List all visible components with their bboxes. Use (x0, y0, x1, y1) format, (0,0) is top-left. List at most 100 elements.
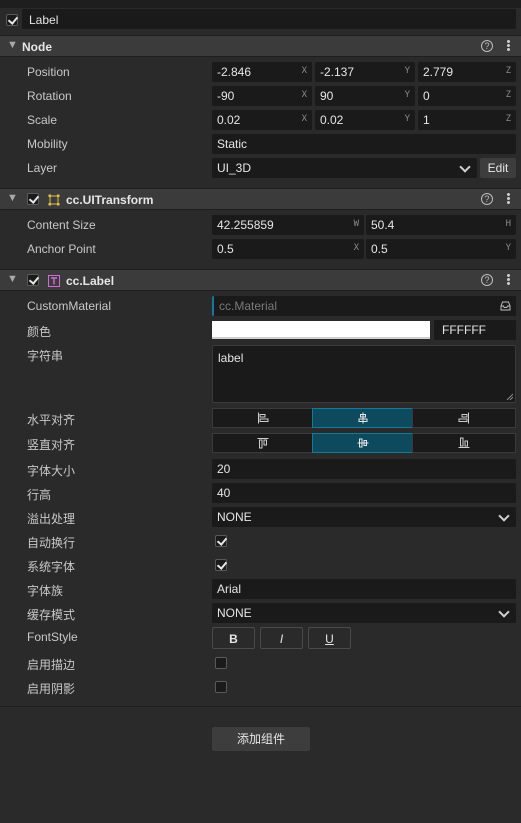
custom-material-asset-field[interactable]: cc.Material (212, 296, 516, 316)
font-size-label: 字体大小 (27, 464, 76, 478)
shadow-checkbox[interactable] (215, 681, 227, 693)
system-font-checkbox[interactable] (215, 559, 227, 571)
color-swatch[interactable] (212, 321, 430, 339)
help-icon[interactable]: ? (481, 40, 493, 52)
uitransform-section-header[interactable]: ▼ cc.UITransform ? (0, 188, 521, 210)
anchor-y-input[interactable]: 0.5 Y (366, 239, 516, 259)
anchor-x-input[interactable]: 0.5 X (212, 239, 364, 259)
outline-label: 启用描边 (27, 658, 76, 672)
content-size-height-input[interactable]: 50.4 H (366, 215, 516, 235)
node-active-checkbox[interactable] (6, 14, 18, 26)
rotation-z-input[interactable]: 0Z (418, 86, 516, 106)
scale-x-input[interactable]: 0.02 X (212, 110, 312, 130)
string-textarea[interactable]: label (212, 345, 516, 403)
layer-row: Layer UI_3D Edit (0, 156, 521, 180)
chevron-down-icon[interactable]: ▼ (7, 192, 18, 204)
shadow-label: 启用阴影 (27, 682, 76, 696)
line-height-input[interactable]: 40 (212, 483, 516, 503)
overflow-row: 溢出处理 NONE (0, 505, 521, 529)
rotation-x-input[interactable]: -90 X (212, 86, 312, 106)
chevron-down-icon (498, 510, 510, 522)
content-size-label: Content Size (27, 218, 96, 232)
asset-drop-icon[interactable] (500, 301, 511, 311)
text-icon (48, 275, 60, 287)
label-section-title: cc.Label (66, 274, 115, 288)
layer-select[interactable]: UI_3D (212, 158, 477, 178)
h-align-center-button[interactable] (312, 408, 413, 428)
color-row: 颜色 FFFFFF (0, 318, 521, 342)
more-menu-icon[interactable] (507, 273, 511, 287)
outline-checkbox[interactable] (215, 657, 227, 669)
layer-label: Layer (27, 161, 58, 175)
more-menu-icon[interactable] (507, 39, 511, 53)
wrap-checkbox[interactable] (215, 535, 227, 547)
wrap-label: 自动换行 (27, 536, 76, 550)
layer-edit-button[interactable]: Edit (480, 158, 516, 178)
node-section-header[interactable]: ▼ Node ? (0, 35, 521, 57)
overflow-select[interactable]: NONE (212, 507, 516, 527)
transform-icon (48, 194, 60, 206)
custom-material-label: CustomMaterial (27, 299, 112, 313)
node-name-input[interactable]: Label (22, 9, 516, 29)
rotation-row: Rotation -90 X 90 Y 0Z (0, 84, 521, 108)
v-align-middle-button[interactable] (312, 433, 413, 453)
mobility-select[interactable]: Static (212, 134, 516, 154)
position-y-input[interactable]: -2.137 Y (315, 62, 415, 82)
mobility-row: Mobility Static (0, 132, 521, 156)
string-label: 字符串 (27, 349, 64, 363)
font-style-label: FontStyle (27, 630, 78, 644)
cache-mode-row: 缓存模式 NONE (0, 601, 521, 625)
anchor-point-row: Anchor Point 0.5 X 0.5 Y (0, 237, 521, 261)
position-label: Position (27, 65, 70, 79)
chevron-down-icon[interactable]: ▼ (7, 273, 18, 285)
h-align-row: 水平对齐 (0, 406, 521, 430)
cache-mode-select[interactable]: NONE (212, 603, 516, 623)
cache-mode-label: 缓存模式 (27, 608, 76, 622)
font-size-input[interactable]: 20 (212, 459, 516, 479)
scale-label: Scale (27, 113, 58, 127)
position-x-input[interactable]: -2.846 X (212, 62, 312, 82)
align-middle-icon (357, 438, 368, 448)
label-enabled-checkbox[interactable] (27, 274, 39, 286)
custom-material-row: CustomMaterial cc.Material (0, 294, 521, 318)
resize-handle-icon[interactable] (506, 393, 513, 400)
h-align-left-button[interactable] (212, 408, 313, 428)
align-center-icon (358, 412, 367, 424)
add-component-button[interactable]: 添加组件 (212, 727, 310, 751)
scale-y-input[interactable]: 0.02 Y (315, 110, 415, 130)
node-section-title: Node (22, 40, 52, 54)
v-align-label: 竖直对齐 (27, 438, 76, 452)
mobility-label: Mobility (27, 137, 68, 151)
position-z-input[interactable]: 2.779 Z (418, 62, 516, 82)
rotation-label: Rotation (27, 89, 72, 103)
h-align-right-button[interactable] (412, 408, 516, 428)
scale-row: Scale 0.02 X 0.02 Y 1Z (0, 108, 521, 132)
bold-button[interactable]: B (212, 627, 255, 649)
node-name-row: Label (0, 8, 521, 32)
help-icon[interactable]: ? (481, 193, 493, 205)
uitransform-section-title: cc.UITransform (66, 193, 154, 207)
label-section-header[interactable]: ▼ cc.Label ? (0, 269, 521, 291)
underline-button[interactable]: U (308, 627, 351, 649)
content-size-row: Content Size 42.255859 W 50.4 H (0, 213, 521, 237)
chevron-down-icon[interactable]: ▼ (7, 39, 18, 51)
shadow-row: 启用阴影 (0, 675, 521, 699)
top-strip (0, 0, 521, 8)
overflow-label: 溢出处理 (27, 512, 76, 526)
help-icon[interactable]: ? (481, 274, 493, 286)
string-row: 字符串 label (0, 342, 521, 406)
v-align-top-button[interactable] (212, 433, 313, 453)
content-size-width-input[interactable]: 42.255859 W (212, 215, 364, 235)
uitransform-enabled-checkbox[interactable] (27, 193, 39, 205)
section-divider (0, 706, 521, 707)
rotation-y-input[interactable]: 90 Y (315, 86, 415, 106)
scale-z-input[interactable]: 1Z (418, 110, 516, 130)
font-family-label: 字体族 (27, 584, 64, 598)
more-menu-icon[interactable] (507, 192, 511, 206)
system-font-label: 系统字体 (27, 560, 76, 574)
font-family-input[interactable]: Arial (212, 579, 516, 599)
v-align-bottom-button[interactable] (412, 433, 516, 453)
position-row: Position -2.846 X -2.137 Y 2.779 Z (0, 60, 521, 84)
color-hex-input[interactable]: FFFFFF (434, 320, 516, 340)
italic-button[interactable]: I (260, 627, 303, 649)
